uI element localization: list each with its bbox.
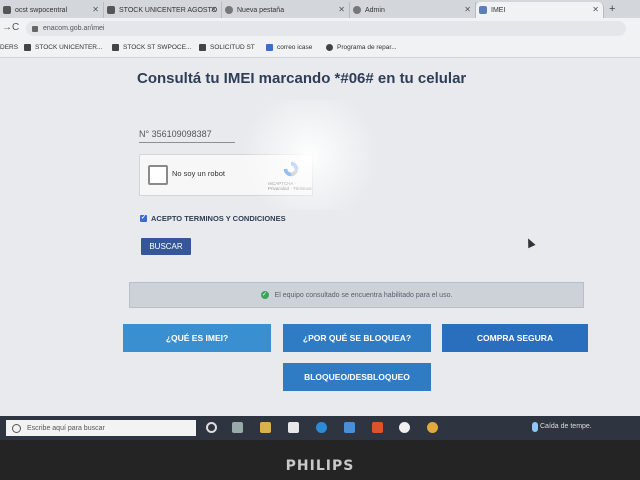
globe-icon bbox=[225, 6, 233, 14]
recaptcha-label: No soy un robot bbox=[172, 169, 225, 178]
bookmark-label: SOLICITUD ST bbox=[210, 44, 255, 51]
mouse-cursor-icon bbox=[524, 236, 536, 249]
tab-label: ocst swpocentral bbox=[15, 6, 68, 14]
status-message: El equipo consultado se encuentra habili… bbox=[274, 291, 453, 299]
terms-label: ACEPTO TERMINOS Y CONDICIONES bbox=[151, 214, 286, 223]
reload-icon[interactable]: C bbox=[12, 22, 19, 33]
checkbox-checked-icon[interactable]: ✓ bbox=[140, 215, 147, 222]
tab-favicon-icon bbox=[479, 6, 487, 14]
lock-icon bbox=[32, 25, 38, 32]
tab-bar: ocst swpocentral ✕ STOCK UNICENTER AGOSTO… bbox=[0, 0, 640, 18]
recaptcha-checkbox[interactable] bbox=[148, 165, 168, 185]
monitor-brand-logo: PHILIPS bbox=[285, 458, 355, 474]
new-tab-icon[interactable]: + bbox=[609, 3, 615, 15]
bookmark-item[interactable]: STOCK ST SWPOCE... bbox=[112, 44, 191, 51]
edge-icon[interactable] bbox=[316, 422, 327, 433]
store-icon[interactable] bbox=[344, 422, 355, 433]
terms-checkbox-row[interactable]: ✓ ACEPTO TERMINOS Y CONDICIONES bbox=[140, 214, 286, 223]
bookmark-icon bbox=[112, 44, 119, 51]
bookmark-item[interactable]: SOLICITUD ST bbox=[199, 44, 255, 51]
back-icon[interactable]: → bbox=[2, 22, 12, 33]
close-icon[interactable]: ✕ bbox=[338, 5, 345, 14]
bookmark-label: correo icase bbox=[277, 44, 313, 51]
close-icon[interactable]: ✕ bbox=[464, 5, 471, 14]
bookmark-label: Programa de repar... bbox=[337, 44, 397, 51]
bookmark-icon bbox=[266, 44, 273, 51]
bookmark-label: DERS bbox=[0, 44, 19, 51]
buscar-button[interactable]: BUSCAR bbox=[141, 238, 191, 255]
globe-icon bbox=[353, 6, 361, 14]
search-icon bbox=[12, 423, 21, 433]
close-icon[interactable]: ✕ bbox=[592, 5, 599, 14]
app-icon[interactable] bbox=[372, 422, 383, 433]
tab-admin[interactable]: Admin ✕ bbox=[350, 2, 476, 18]
cortana-icon[interactable] bbox=[206, 422, 217, 433]
bookmark-item[interactable]: correo icase bbox=[266, 44, 312, 51]
screen: ocst swpocentral ✕ STOCK UNICENTER AGOSTO… bbox=[0, 0, 640, 440]
weather-text[interactable]: Caída de tempe. bbox=[540, 423, 592, 430]
apple-icon bbox=[326, 44, 333, 51]
check-circle-icon: ✓ bbox=[260, 291, 269, 299]
tab-imei[interactable]: IMEI ✕ bbox=[476, 2, 604, 18]
url-bar[interactable]: enacom.gob.ar/imei bbox=[26, 21, 626, 36]
tab-favicon-icon bbox=[3, 6, 11, 14]
close-icon[interactable]: ✕ bbox=[210, 5, 217, 14]
tab-label: STOCK UNICENTER AGOSTO bbox=[119, 6, 218, 14]
tab-label: Admin bbox=[365, 6, 385, 14]
taskbar-search-placeholder: Escribe aquí para buscar bbox=[27, 424, 105, 432]
page-title: Consultá tu IMEI marcando *#06# en tu ce… bbox=[137, 70, 467, 87]
que-es-imei-button[interactable]: ¿QUÉ ES IMEI? bbox=[123, 324, 271, 352]
close-icon[interactable]: ✕ bbox=[92, 5, 99, 14]
bookmarks-bar: DERS STOCK UNICENTER... STOCK ST SWPOCE.… bbox=[0, 40, 640, 58]
app-icon[interactable] bbox=[399, 422, 410, 433]
tab-new[interactable]: Nueva pestaña ✕ bbox=[222, 2, 350, 18]
bookmark-item[interactable]: STOCK UNICENTER... bbox=[24, 44, 102, 51]
status-message-box: ✓ El equipo consultado se encuentra habi… bbox=[129, 282, 584, 308]
compra-segura-button[interactable]: COMPRA SEGURA bbox=[442, 324, 588, 352]
taskbar: Escribe aquí para buscar Caída de tempe. bbox=[0, 416, 640, 440]
por-que-se-bloquea-button[interactable]: ¿POR QUÉ SE BLOQUEA? bbox=[283, 324, 431, 352]
chrome-icon[interactable] bbox=[427, 422, 438, 433]
bookmark-label: STOCK UNICENTER... bbox=[35, 44, 103, 51]
bookmark-item[interactable]: Programa de repar... bbox=[326, 44, 397, 51]
bookmark-item[interactable]: DERS bbox=[0, 44, 18, 51]
recaptcha-widget: No soy un robot reCAPTCHA · Privacidad ·… bbox=[139, 154, 313, 196]
task-view-icon[interactable] bbox=[232, 422, 243, 433]
taskbar-search[interactable]: Escribe aquí para buscar bbox=[6, 420, 196, 436]
notepad-icon[interactable] bbox=[288, 422, 299, 433]
bloqueo-desbloqueo-button[interactable]: BLOQUEO/DESBLOQUEO bbox=[283, 363, 431, 391]
recaptcha-footer: reCAPTCHA · Privacidad · Términos bbox=[268, 181, 312, 191]
page-content: Consultá tu IMEI marcando *#06# en tu ce… bbox=[0, 58, 640, 416]
tab-label: Nueva pestaña bbox=[237, 6, 285, 14]
recaptcha-logo-icon bbox=[283, 161, 299, 177]
tab-stock-central[interactable]: ocst swpocentral ✕ bbox=[0, 2, 104, 18]
imei-input[interactable] bbox=[139, 126, 235, 143]
url-text: enacom.gob.ar/imei bbox=[43, 25, 105, 32]
file-explorer-icon[interactable] bbox=[260, 422, 271, 433]
bookmark-icon bbox=[24, 44, 31, 51]
tab-label: IMEI bbox=[491, 6, 506, 14]
bookmark-label: STOCK ST SWPOCE... bbox=[123, 44, 192, 51]
weather-icon bbox=[532, 422, 538, 432]
bookmark-icon bbox=[199, 44, 206, 51]
tab-stock-unicenter[interactable]: STOCK UNICENTER AGOSTO ✕ bbox=[104, 2, 222, 18]
tab-favicon-icon bbox=[107, 6, 115, 14]
address-row: → C enacom.gob.ar/imei bbox=[0, 18, 640, 40]
